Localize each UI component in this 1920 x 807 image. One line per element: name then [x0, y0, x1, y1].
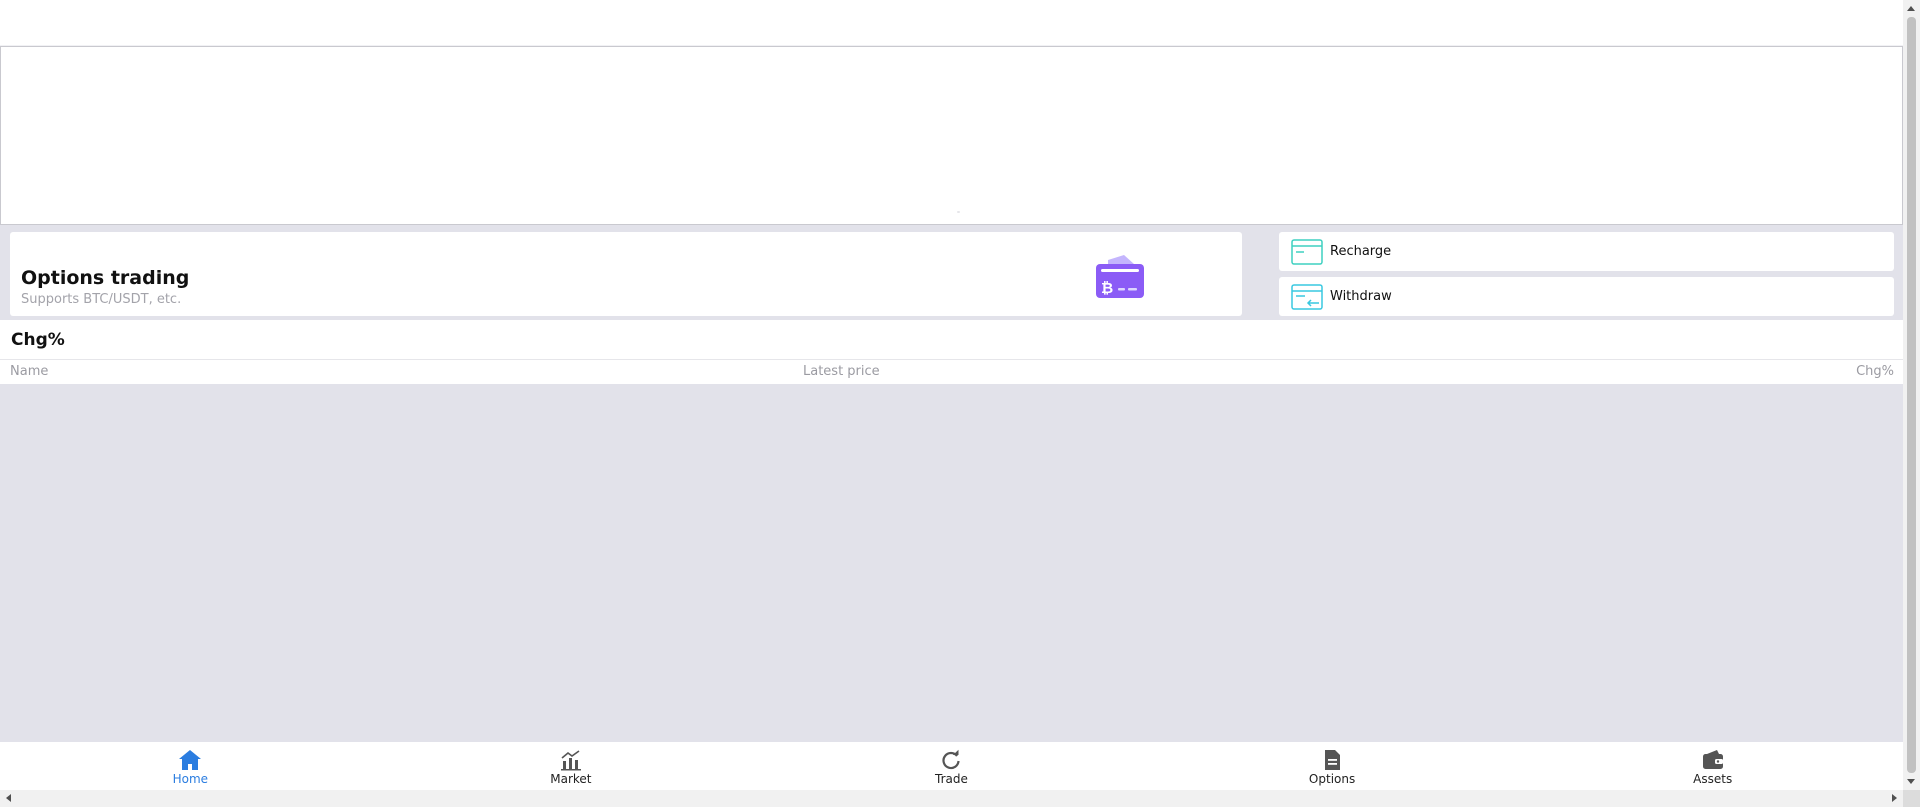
- tab-home[interactable]: Home: [0, 742, 381, 790]
- bitcoin-card-icon: ₿: [1096, 255, 1144, 298]
- column-change: Chg%: [1856, 364, 1894, 379]
- svg-text:₿: ₿: [1101, 279, 1113, 297]
- tab-trade-label: Trade: [935, 772, 968, 786]
- column-name: Name: [10, 364, 49, 379]
- withdraw-label: Withdraw: [1330, 289, 1392, 304]
- tab-options[interactable]: Options: [1142, 742, 1523, 790]
- scroll-down-arrow-icon[interactable]: [1907, 779, 1915, 784]
- refresh-icon: [942, 749, 961, 770]
- market-list: [0, 384, 1903, 742]
- wallet-icon: [1702, 750, 1723, 769]
- column-latest-price: Latest price: [803, 364, 880, 379]
- bottom-tab-bar: Home Market Trade Options Assets: [0, 742, 1903, 790]
- home-icon: [179, 750, 202, 770]
- vertical-scrollbar[interactable]: [1903, 0, 1920, 790]
- app-viewport: Options trading Supports BTC/USDT, etc. …: [0, 0, 1903, 790]
- top-bar: [0, 0, 1903, 46]
- market-chart-icon: [560, 750, 581, 771]
- scroll-up-arrow-icon[interactable]: [1907, 6, 1915, 11]
- tab-trade[interactable]: Trade: [761, 742, 1142, 790]
- withdraw-button[interactable]: Withdraw: [1279, 277, 1894, 316]
- horizontal-scrollbar[interactable]: [0, 790, 1903, 807]
- tab-market-label: Market: [550, 772, 592, 786]
- quick-cards-row: Options trading Supports BTC/USDT, etc. …: [0, 225, 1903, 320]
- options-trading-card[interactable]: Options trading Supports BTC/USDT, etc. …: [10, 232, 1242, 316]
- recharge-label: Recharge: [1330, 244, 1392, 259]
- tab-market[interactable]: Market: [381, 742, 762, 790]
- scroll-left-arrow-icon[interactable]: [6, 794, 11, 802]
- market-list-header: Name Latest price Chg%: [0, 360, 1903, 384]
- scrollbar-corner: [1903, 790, 1920, 807]
- options-trading-title: Options trading: [21, 267, 190, 289]
- vertical-scroll-thumb[interactable]: [1907, 17, 1916, 773]
- tab-assets[interactable]: Assets: [1522, 742, 1903, 790]
- section-title[interactable]: Chg%: [11, 330, 65, 350]
- recharge-card-icon: [1291, 238, 1323, 265]
- tab-options-label: Options: [1308, 772, 1356, 786]
- document-icon: [1325, 750, 1341, 770]
- carousel-indicator[interactable]: [957, 211, 960, 213]
- banner-carousel[interactable]: [0, 46, 1903, 225]
- scroll-right-arrow-icon[interactable]: [1892, 794, 1897, 802]
- options-trading-subtitle: Supports BTC/USDT, etc.: [21, 292, 182, 307]
- recharge-button[interactable]: Recharge: [1279, 232, 1894, 271]
- withdraw-card-icon: [1291, 283, 1323, 310]
- tab-assets-label: Assets: [1693, 772, 1733, 786]
- market-section-header: Chg%: [0, 320, 1903, 360]
- tab-home-label: Home: [172, 772, 209, 786]
